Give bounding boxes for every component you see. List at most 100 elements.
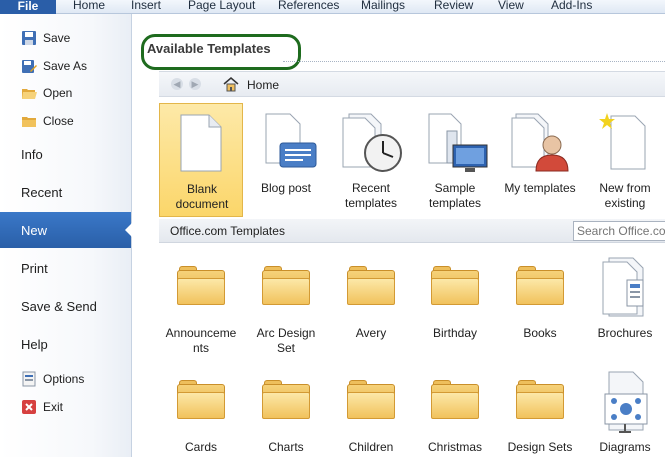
template-category-tile[interactable]: Arc Design Set — [244, 254, 328, 364]
blog-post-icon — [265, 113, 317, 168]
close-folder-icon — [21, 113, 37, 129]
nav-help[interactable]: Help — [0, 326, 132, 362]
breadcrumb-home[interactable]: Home — [247, 78, 279, 92]
nav-info[interactable]: Info — [0, 136, 132, 172]
folder-icon — [347, 380, 395, 420]
tile-label: templates — [344, 196, 398, 210]
my-templates-tile[interactable]: My templates — [498, 103, 582, 217]
sample-templates-icon — [428, 113, 488, 172]
tile-label: Avery — [355, 326, 387, 340]
folder-icon — [516, 380, 564, 420]
tile-label: Announceme — [165, 326, 237, 340]
template-category-tile[interactable]: Announceme nts — [159, 254, 243, 364]
tile-label: nts — [192, 341, 209, 355]
tile-label: document — [175, 197, 229, 211]
folder-icon — [262, 266, 310, 306]
new-from-existing-icon — [599, 113, 646, 170]
tile-label: My templates — [504, 181, 576, 195]
new-document-panel: Available Templates ◀ ▶ Home Blank docum… — [133, 14, 665, 457]
folder-icon — [262, 380, 310, 420]
my-templates-icon — [511, 113, 569, 172]
template-category-tile[interactable]: Diagrams — [583, 366, 665, 457]
tab-page-layout[interactable]: Page Layout — [188, 0, 255, 14]
tile-label: Blank — [186, 182, 218, 196]
page-title: Available Templates — [147, 41, 271, 56]
tab-insert[interactable]: Insert — [131, 0, 161, 14]
office-templates-title: Office.com Templates — [170, 224, 285, 238]
template-category-tile[interactable]: Birthday — [413, 254, 497, 364]
blank-document-icon — [180, 114, 222, 172]
brochure-icon — [602, 257, 644, 317]
template-category-tile[interactable]: Children — [329, 366, 413, 457]
tab-home[interactable]: Home — [73, 0, 105, 14]
options-label: Options — [43, 372, 85, 386]
exit-command[interactable]: Exit — [0, 395, 132, 419]
save-label: Save — [43, 31, 71, 45]
save-icon — [21, 30, 37, 46]
tile-label: Diagrams — [599, 440, 651, 454]
template-category-tile[interactable]: Design Sets — [498, 366, 582, 457]
folder-icon — [516, 266, 564, 306]
new-from-existing-tile[interactable]: New from existing — [583, 103, 665, 217]
nav-recent[interactable]: Recent — [0, 174, 132, 210]
tile-label: Books — [523, 326, 557, 340]
tab-add-ins[interactable]: Add-Ins — [551, 0, 592, 14]
sample-templates-tile[interactable]: Sample templates — [413, 103, 497, 217]
tile-label: Brochures — [597, 326, 653, 340]
folder-icon — [177, 266, 225, 306]
forward-arrow-icon[interactable]: ▶ — [189, 78, 201, 90]
back-arrow-icon[interactable]: ◀ — [171, 78, 183, 90]
close-label: Close — [43, 114, 74, 128]
tab-mailings[interactable]: Mailings — [361, 0, 405, 14]
tile-label: Cards — [184, 440, 217, 454]
tile-label: Set — [276, 341, 295, 355]
open-folder-icon — [21, 85, 37, 101]
blog-post-tile[interactable]: Blog post — [244, 103, 328, 217]
tile-label: templates — [428, 196, 482, 210]
home-icon[interactable] — [223, 76, 239, 92]
save-command[interactable]: Save — [0, 26, 132, 50]
close-command[interactable]: Close — [0, 109, 132, 133]
folder-icon — [431, 266, 479, 306]
template-category-tile[interactable]: Brochures — [583, 254, 665, 364]
open-command[interactable]: Open — [0, 81, 132, 105]
save-as-command[interactable]: Save As — [0, 54, 132, 78]
diagram-icon — [604, 371, 648, 433]
template-breadcrumb-bar: ◀ ▶ Home — [159, 71, 665, 97]
exit-icon — [21, 399, 37, 415]
save-as-label: Save As — [43, 59, 88, 73]
template-category-tile[interactable]: Cards — [159, 366, 243, 457]
tile-label: Birthday — [432, 326, 478, 340]
office-templates-header: Office.com Templates — [159, 219, 665, 243]
folder-icon — [177, 380, 225, 420]
save-as-icon — [21, 58, 37, 74]
tile-label: Recent — [351, 181, 391, 195]
exit-label: Exit — [43, 400, 64, 414]
template-category-tile[interactable]: Books — [498, 254, 582, 364]
template-category-tile[interactable]: Avery — [329, 254, 413, 364]
blank-document-tile[interactable]: Blank document — [159, 103, 243, 217]
tab-view[interactable]: View — [498, 0, 524, 14]
tile-label: Charts — [268, 440, 304, 454]
search-office-input[interactable] — [573, 221, 665, 241]
tile-label: Design Sets — [507, 440, 573, 454]
recent-templates-tile[interactable]: Recent templates — [329, 103, 413, 217]
tab-review[interactable]: Review — [434, 0, 473, 14]
nav-print[interactable]: Print — [0, 250, 132, 286]
ribbon-tab-bar: File Home Insert Page Layout References … — [0, 0, 665, 14]
tile-label: Blog post — [260, 181, 312, 195]
template-category-tile[interactable]: Charts — [244, 366, 328, 457]
tile-label: New from — [599, 181, 651, 195]
backstage-nav: Save Save As Open Close Info Recent New … — [0, 14, 132, 457]
tab-references[interactable]: References — [278, 0, 339, 14]
tile-label: Children — [348, 440, 394, 454]
nav-save-send[interactable]: Save & Send — [0, 288, 132, 324]
options-command[interactable]: Options — [0, 367, 132, 391]
file-tab[interactable]: File — [0, 0, 56, 14]
template-category-tile[interactable]: Christmas — [413, 366, 497, 457]
folder-icon — [431, 380, 479, 420]
nav-new[interactable]: New — [0, 212, 132, 248]
tile-label: Sample — [434, 181, 476, 195]
tile-label: Arc Design — [256, 326, 316, 340]
folder-icon — [347, 266, 395, 306]
